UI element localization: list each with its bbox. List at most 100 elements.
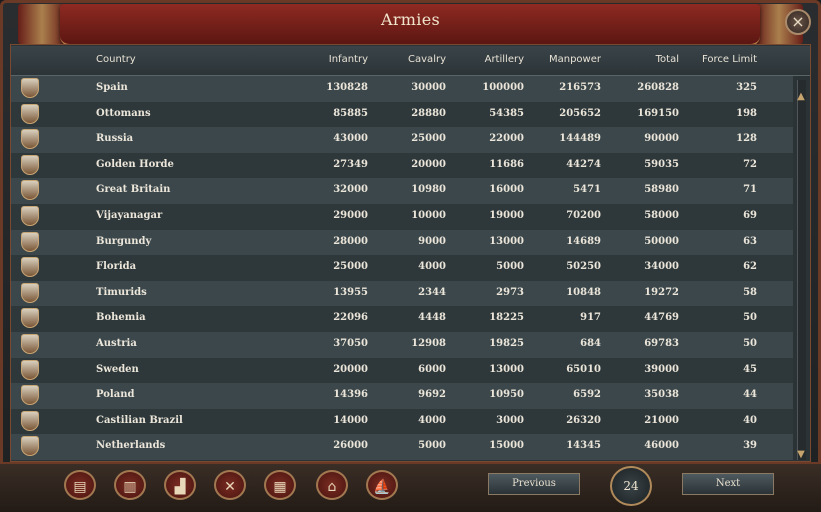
column-header-infantry[interactable]: Infantry [311,54,368,65]
country-shield-icon[interactable] [21,333,39,354]
coins-icon[interactable]: ▦ [264,470,296,500]
country-shield-icon[interactable] [21,103,39,124]
manpower-cell: 10848 [566,286,601,298]
force-limit-cell: 40 [743,414,757,426]
economy-icon[interactable]: ▟ [164,470,196,500]
total-cell: 58000 [644,209,679,221]
country-cell[interactable]: Timurids [96,287,147,298]
ship-icon[interactable]: ⛵ [366,470,398,500]
country-shield-icon[interactable] [21,231,39,252]
artillery-cell: 22000 [489,133,524,145]
country-shield-icon[interactable] [21,205,39,226]
country-cell[interactable]: Netherlands [96,440,165,451]
total-cell: 39000 [644,363,679,375]
table-row[interactable]: Great Britain 32000 10980 16000 5471 58980 71 [11,178,793,204]
country-cell[interactable]: Bohemia [96,312,146,323]
force-limit-cell: 63 [743,235,757,247]
total-cell: 46000 [644,440,679,452]
infantry-cell: 20000 [333,363,368,375]
country-cell[interactable]: Burgundy [96,236,151,247]
country-shield-icon[interactable] [21,282,39,303]
manpower-cell: 917 [580,312,601,324]
column-header-force-limit[interactable]: Force Limit [691,54,757,65]
cavalry-cell: 9000 [418,235,446,247]
country-shield-icon[interactable] [21,410,39,431]
country-cell[interactable]: Russia [96,133,133,144]
table-row[interactable]: Bohemia 22096 4448 18225 917 44769 50 [11,306,793,332]
artillery-cell: 5000 [496,261,524,273]
table-row[interactable]: Burgundy 28000 9000 13000 14689 50000 63 [11,229,793,256]
country-shield-icon[interactable] [21,308,39,329]
country-cell[interactable]: Sweden [96,364,139,375]
total-cell: 59035 [644,158,679,170]
manpower-cell: 144489 [559,133,601,145]
country-shield-icon[interactable] [21,257,39,278]
scroll-down-icon[interactable]: ▼ [795,450,807,460]
country-cell[interactable]: Golden Horde [96,159,174,170]
infantry-cell: 27349 [333,158,368,170]
force-limit-cell: 45 [743,363,757,375]
artillery-cell: 13000 [489,363,524,375]
country-shield-icon[interactable] [21,359,39,380]
previous-button[interactable]: Previous [488,473,580,495]
manpower-cell: 216573 [559,82,601,93]
country-cell[interactable]: Florida [96,261,136,272]
infantry-cell: 26000 [333,440,368,452]
country-shield-icon[interactable] [21,385,39,406]
table-row[interactable]: Austria 37050 12908 19825 684 69783 50 [11,331,793,358]
country-cell[interactable]: Poland [96,389,134,400]
buildings-icon[interactable]: ▥ [114,470,146,500]
country-cell[interactable]: Castilian Brazil [96,415,183,426]
country-shield-icon[interactable] [21,78,39,98]
country-cell[interactable]: Spain [96,82,128,93]
column-header-manpower[interactable]: Manpower [541,54,601,65]
close-button[interactable]: × [785,9,811,35]
column-header-cavalry[interactable]: Cavalry [386,54,446,65]
table-row[interactable]: Ottomans 85885 28880 54385 205652 169150 198 [11,101,793,128]
manpower-cell: 65010 [566,363,601,375]
crossed-swords-icon[interactable]: ✕ [214,470,246,500]
cavalry-cell: 12908 [411,337,446,349]
country-shield-icon[interactable] [21,436,39,457]
table-row[interactable]: Netherlands 26000 5000 15000 14345 46000 39 [11,434,793,460]
country-shield-icon[interactable] [21,154,39,175]
country-cell[interactable]: Great Britain [96,184,170,195]
column-header-artillery[interactable]: Artillery [466,54,524,65]
artillery-cell: 3000 [496,414,524,426]
table-row[interactable]: Golden Horde 27349 20000 11686 44274 59035 72 [11,152,793,179]
table-row[interactable]: Sweden 20000 6000 13000 65010 39000 45 [11,357,793,384]
country-shield-icon[interactable] [21,180,39,201]
column-header-total[interactable]: Total [621,54,679,65]
total-cell: 21000 [644,414,679,426]
manpower-cell: 26320 [566,414,601,426]
artillery-cell: 19000 [489,209,524,221]
infantry-cell: 37050 [333,337,368,349]
force-limit-cell: 198 [736,107,757,119]
cavalry-cell: 10980 [411,184,446,196]
table-row[interactable]: Castilian Brazil 14000 4000 3000 26320 21000 4… [11,408,793,435]
table-row[interactable]: Vijayanagar 29000 10000 19000 70200 58000 69 [11,203,793,230]
vertical-scrollbar[interactable] [797,80,806,460]
country-cell[interactable]: Ottomans [96,108,151,119]
column-header-country[interactable]: Country [96,54,136,65]
table-row[interactable]: Russia 43000 25000 22000 144489 90000 128 [11,127,793,153]
artillery-cell: 2973 [496,286,524,298]
artillery-cell: 10950 [489,389,524,401]
country-cell[interactable]: Austria [96,338,137,349]
table-row[interactable]: Spain 130828 30000 100000 216573 260828 325 [11,76,793,102]
force-limit-cell: 62 [743,261,757,273]
table-row[interactable]: Timurids 13955 2344 2973 10848 19272 58 [11,280,793,307]
country-cell[interactable]: Vijayanagar [96,210,162,221]
table-row[interactable]: Florida 25000 4000 5000 50250 34000 62 [11,255,793,281]
table-row[interactable]: Poland 14396 9692 10950 6592 35038 44 [11,383,793,409]
manpower-cell: 14345 [566,440,601,452]
next-button[interactable]: Next [682,473,774,495]
country-shield-icon[interactable] [21,129,39,150]
cavalry-cell: 4000 [418,261,446,273]
total-cell: 34000 [644,261,679,273]
scroll-up-icon[interactable]: ▲ [795,92,807,102]
total-cell: 44769 [644,312,679,324]
ledger-icon[interactable]: ▤ [64,470,96,500]
armies-table-body: Spain 130828 30000 100000 216573 260828 325 Ott… [11,76,793,460]
city-icon[interactable]: ⌂ [316,470,348,500]
